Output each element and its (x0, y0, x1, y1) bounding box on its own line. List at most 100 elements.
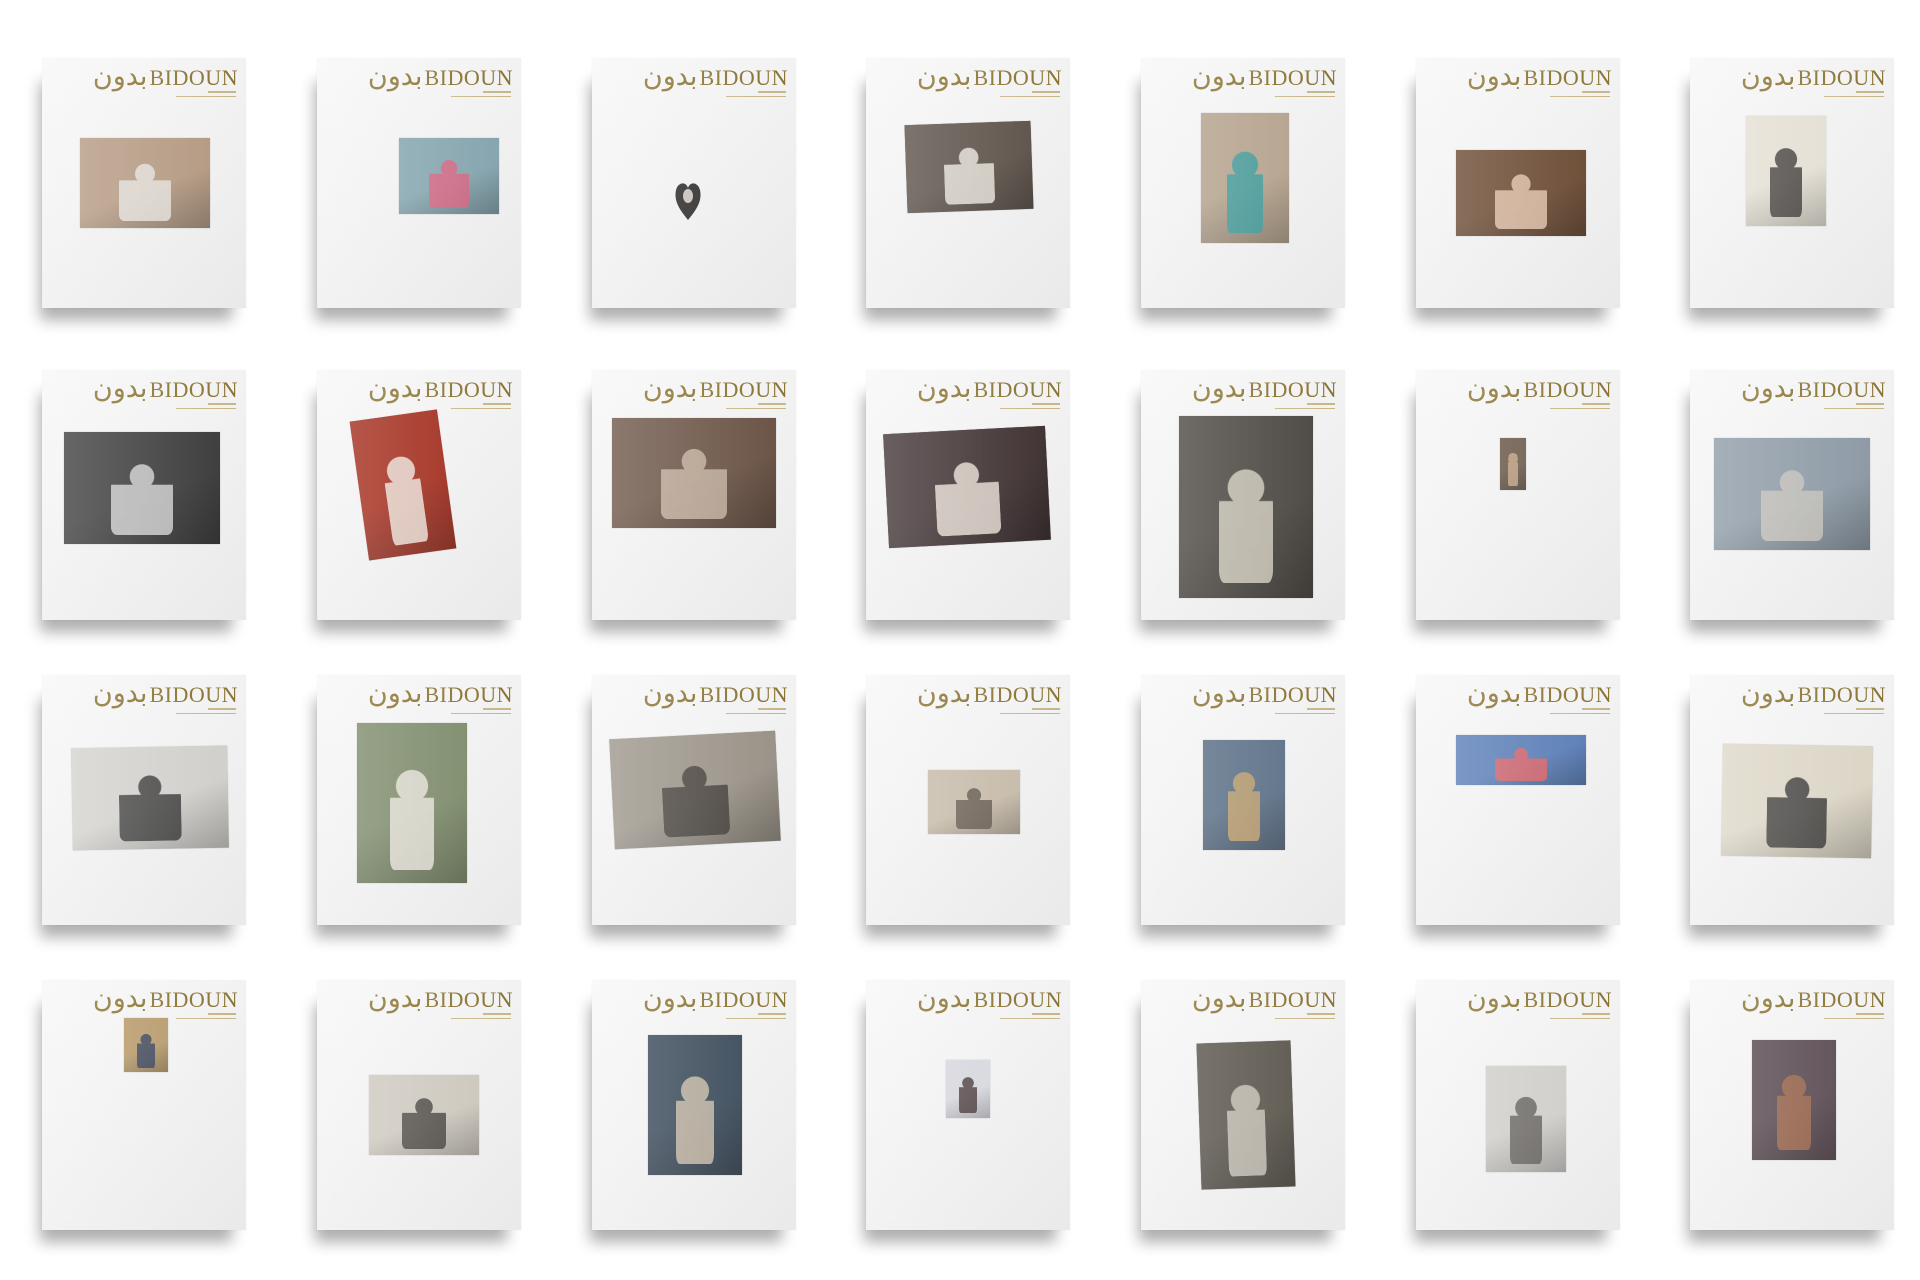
issue-info-lines (990, 403, 1060, 413)
photo-subject (1760, 462, 1824, 542)
masthead-latin: BIDOUN (1523, 987, 1612, 1012)
masthead: بدون BIDOUN (1192, 984, 1337, 1014)
magazine-cover[interactable]: بدون BIDOUN (1141, 58, 1345, 308)
man-face-bw-photo (1486, 1066, 1566, 1172)
photo-subject (402, 1092, 446, 1149)
parliament-session-photo (612, 418, 776, 528)
masthead: بدون BIDOUN (1467, 679, 1612, 709)
magazine-cover[interactable]: بدون BIDOUN (866, 980, 1070, 1230)
reclining-figure-beach-photo (369, 1075, 479, 1155)
magazine-cover[interactable]: بدون BIDOUN (592, 675, 796, 925)
girl-reading-book-photo (609, 730, 781, 850)
issue-info-lines (1265, 403, 1335, 413)
issue-info-lines (1265, 708, 1335, 718)
magazine-cover[interactable]: بدون BIDOUN (1416, 370, 1620, 620)
masthead-latin: BIDOUN (424, 65, 513, 90)
issue-info-lines (1814, 403, 1884, 413)
masthead: بدون BIDOUN (1741, 984, 1886, 1014)
magazine-cover[interactable]: بدون BIDOUN (1141, 370, 1345, 620)
masthead-arabic: بدون (1466, 983, 1522, 1014)
magazine-cover[interactable]: بدون BIDOUN (42, 370, 246, 620)
magazine-cover[interactable]: بدون BIDOUN (1690, 58, 1894, 308)
magazine-cover[interactable]: بدون BIDOUN (1416, 980, 1620, 1230)
magazine-cover[interactable]: بدون BIDOUN (1416, 58, 1620, 308)
masthead: بدون BIDOUN (917, 62, 1062, 92)
bedroom-pink-blanket-photo (399, 138, 499, 214)
girl-profile-portrait-photo (1456, 150, 1586, 236)
photo-subject (955, 784, 993, 829)
masthead-arabic: بدون (1191, 373, 1247, 404)
masthead: بدون BIDOUN (93, 374, 238, 404)
photo-subject (661, 442, 727, 520)
meeting-room-bw-photo (64, 432, 220, 544)
issue-info-lines (166, 708, 236, 718)
magazine-cover[interactable]: بدون BIDOUN (1141, 980, 1345, 1230)
issue-info-lines (990, 708, 1060, 718)
masthead: بدون BIDOUN (1192, 679, 1337, 709)
magazine-cover[interactable]: بدون BIDOUN (1416, 675, 1620, 925)
magazine-cover[interactable]: بدون BIDOUN (42, 675, 246, 925)
magazine-cover[interactable]: بدون BIDOUN (317, 675, 521, 925)
issue-info-lines (716, 708, 786, 718)
id-photo-man-photo (946, 1060, 990, 1118)
masthead-arabic: بدون (92, 983, 148, 1014)
photo-subject (1770, 140, 1802, 218)
garden-scene-bw-photo (1196, 1040, 1296, 1190)
magazine-cover[interactable]: بدون BIDOUN (592, 58, 796, 308)
street-with-car-photo (1714, 438, 1870, 550)
issue-info-lines (716, 91, 786, 101)
masthead-arabic: بدون (1466, 61, 1522, 92)
issue-info-lines (716, 1013, 786, 1023)
magazine-cover[interactable]: بدون BIDOUN (317, 58, 521, 308)
masthead: بدون BIDOUN (368, 374, 513, 404)
masthead-arabic: بدون (642, 678, 698, 709)
issue-info-lines (441, 91, 511, 101)
woman-headscarf-small-photo (124, 1018, 168, 1072)
magazine-cover[interactable]: بدون BIDOUN (317, 370, 521, 620)
figure-on-beige-photo (928, 770, 1020, 834)
magazine-cover[interactable]: بدون BIDOUN (1141, 675, 1345, 925)
masthead: بدون BIDOUN (1741, 62, 1886, 92)
photo-subject (932, 453, 1002, 537)
couple-selfie-photo (883, 425, 1051, 549)
heart-shaped-portrait-photo (674, 178, 702, 222)
magazine-cover[interactable]: بدون BIDOUN (866, 675, 1070, 925)
masthead-latin: BIDOUN (699, 377, 788, 402)
photo-subject (676, 1065, 714, 1164)
magazine-cover[interactable]: بدون BIDOUN (317, 980, 521, 1230)
photo-subject (110, 456, 174, 536)
magazine-cover[interactable]: بدون BIDOUN (42, 980, 246, 1230)
masthead-latin: BIDOUN (973, 377, 1062, 402)
masthead-arabic: بدون (1466, 373, 1522, 404)
newspaper-motion-photo-photo (1179, 416, 1313, 598)
child-at-beach-photo (1203, 740, 1285, 850)
masthead-arabic: بدون (92, 61, 148, 92)
masthead-arabic: بدون (1740, 61, 1796, 92)
magazine-cover[interactable]: بدون BIDOUN (1690, 370, 1894, 620)
issue-info-lines (1265, 1013, 1335, 1023)
magazine-cover[interactable]: بدون BIDOUN (1690, 675, 1894, 925)
masthead: بدون BIDOUN (1467, 374, 1612, 404)
masthead: بدون BIDOUN (917, 374, 1062, 404)
magazine-cover[interactable]: بدون BIDOUN (1690, 980, 1894, 1230)
issue-info-lines (1540, 403, 1610, 413)
masthead-latin: BIDOUN (1797, 65, 1886, 90)
masthead-arabic: بدون (367, 983, 423, 1014)
masthead-arabic: بدون (367, 373, 423, 404)
magazine-cover[interactable]: بدون BIDOUN (866, 370, 1070, 620)
photo-subject (137, 1029, 155, 1068)
magazine-cover[interactable]: بدون BIDOUN (592, 370, 796, 620)
masthead-arabic: بدون (1191, 983, 1247, 1014)
photo-subject (1495, 746, 1547, 781)
magazine-cover[interactable]: بدون BIDOUN (866, 58, 1070, 308)
masthead-arabic: بدون (642, 983, 698, 1014)
masthead-latin: BIDOUN (149, 65, 238, 90)
masthead-arabic: بدون (916, 61, 972, 92)
masthead: بدون BIDOUN (1467, 62, 1612, 92)
magazine-cover[interactable]: بدون BIDOUN (42, 58, 246, 308)
masthead: بدون BIDOUN (1467, 984, 1612, 1014)
photo-subject (1227, 764, 1261, 842)
masthead-latin: BIDOUN (1523, 682, 1612, 707)
magazine-cover[interactable]: بدون BIDOUN (592, 980, 796, 1230)
masthead: بدون BIDOUN (643, 374, 788, 404)
